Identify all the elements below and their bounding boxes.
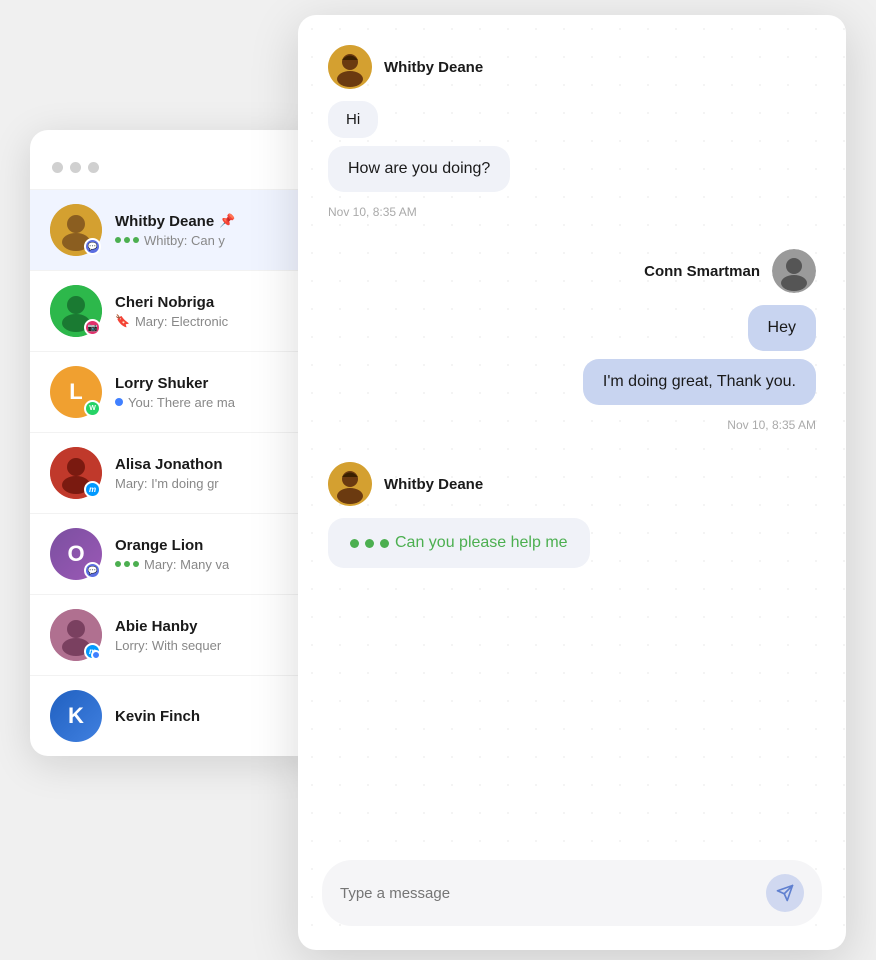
contact-meta-orange: Mary: Many va — [115, 557, 295, 572]
contact-meta-abie: Lorry: With sequer — [115, 638, 295, 653]
input-bar — [322, 860, 822, 926]
send-button[interactable] — [766, 874, 804, 912]
contact-meta-lorry: You: There are ma — [115, 395, 295, 410]
contact-info-orange: Orange Lion Mary: Many va — [115, 537, 295, 572]
panel-header — [30, 130, 315, 189]
contact-info-cheri: Cheri Nobriga 🔖 Mary: Electronic — [115, 294, 295, 329]
dot-1 — [52, 162, 63, 173]
message-group-3: Whitby Deane Can you please help me — [328, 462, 816, 576]
msg-avatar-whitby-2 — [328, 462, 372, 506]
contact-meta-alisa: Mary: I'm doing gr — [115, 476, 295, 491]
bubble-how-are-you: How are you doing? — [328, 146, 510, 192]
contact-item-abie[interactable]: m Abie Hanby Lorry: With sequer — [30, 594, 315, 675]
contact-meta-cheri: 🔖 Mary: Electronic — [115, 314, 295, 329]
send-icon — [776, 884, 794, 902]
msg-sender-name-3: Whitby Deane — [384, 476, 483, 493]
contact-item-alisa[interactable]: m Alisa Jonathon Mary: I'm doing gr — [30, 432, 315, 513]
sender-row-2: Conn Smartman — [644, 249, 816, 293]
avatar-wrap-abie: m — [50, 609, 102, 661]
notification-dot-lorry — [115, 398, 123, 406]
badge-cheri: 📷 — [84, 319, 101, 336]
contact-item-cheri[interactable]: 📷 Cheri Nobriga 🔖 Mary: Electronic — [30, 270, 315, 351]
typing-dots-orange — [115, 561, 139, 567]
avatar-kevin: K — [50, 690, 102, 742]
msg-avatar-conn — [772, 249, 816, 293]
dot-3 — [88, 162, 99, 173]
contact-preview-orange: Mary: Many va — [144, 557, 229, 572]
chat-input-area — [298, 844, 846, 950]
typing-dot-3 — [380, 539, 389, 548]
contact-name-kevin: Kevin Finch — [115, 708, 295, 725]
typing-bubble: Can you please help me — [328, 518, 590, 568]
contact-item-kevin[interactable]: K Kevin Finch — [30, 675, 315, 756]
contact-info-kevin: Kevin Finch — [115, 708, 295, 725]
typing-dots-whitby — [115, 237, 139, 243]
contact-name-cheri: Cheri Nobriga — [115, 294, 295, 311]
avatar-wrap-lorry: L W — [50, 366, 102, 418]
timestamp-1: Nov 10, 8:35 AM — [328, 205, 816, 219]
typing-dot-1 — [350, 539, 359, 548]
contact-list-panel: 💬 Whitby Deane 📌 Whitby: Can y — [30, 130, 315, 756]
contact-name-lorry: Lorry Shuker — [115, 375, 295, 392]
contact-info-abie: Abie Hanby Lorry: With sequer — [115, 618, 295, 653]
chat-content: Whitby Deane Hi How are you doing? Nov 1… — [298, 15, 846, 844]
typing-dot-2 — [365, 539, 374, 548]
avatar-wrap-orange: O 💬 — [50, 528, 102, 580]
avatar-wrap-kevin: K — [50, 690, 102, 742]
bubble-doing-great: I'm doing great, Thank you. — [583, 359, 816, 405]
contact-meta-whitby: Whitby: Can y — [115, 233, 295, 248]
bubble-hi: Hi — [328, 101, 378, 138]
contact-name-alisa: Alisa Jonathon — [115, 456, 295, 473]
badge-alisa: m — [84, 481, 101, 498]
contact-info-alisa: Alisa Jonathon Mary: I'm doing gr — [115, 456, 295, 491]
avatar-wrap-alisa: m — [50, 447, 102, 499]
contact-info-lorry: Lorry Shuker You: There are ma — [115, 375, 295, 410]
contact-preview-abie: Lorry: With sequer — [115, 638, 221, 653]
sender-row-3: Whitby Deane — [328, 462, 816, 506]
typing-message-text: Can you please help me — [395, 534, 568, 552]
contact-item-whitby[interactable]: 💬 Whitby Deane 📌 Whitby: Can y — [30, 189, 315, 270]
contact-preview-alisa: Mary: I'm doing gr — [115, 476, 219, 491]
notification-dot-abie — [91, 650, 101, 660]
bubble-hey: Hey — [748, 305, 816, 351]
pin-icon: 📌 — [219, 213, 235, 229]
contact-name-abie: Abie Hanby — [115, 618, 295, 635]
contact-item-orange[interactable]: O 💬 Orange Lion Mary: Many va — [30, 513, 315, 594]
sender-row-1: Whitby Deane — [328, 45, 816, 89]
chat-panel: Whitby Deane Hi How are you doing? Nov 1… — [298, 15, 846, 950]
msg-avatar-whitby — [328, 45, 372, 89]
message-group-2: Conn Smartman Hey I'm doing great, Thank… — [328, 249, 816, 432]
badge-orange: 💬 — [84, 562, 101, 579]
contact-preview-lorry: You: There are ma — [128, 395, 235, 410]
bookmark-icon-cheri: 🔖 — [115, 314, 130, 328]
msg-sender-name-2: Conn Smartman — [644, 263, 760, 280]
dot-2 — [70, 162, 81, 173]
contact-name-whitby: Whitby Deane 📌 — [115, 213, 295, 230]
message-group-1: Whitby Deane Hi How are you doing? Nov 1… — [328, 45, 816, 219]
contact-preview-cheri: Mary: Electronic — [135, 314, 228, 329]
badge-lorry: W — [84, 400, 101, 417]
avatar-wrap-whitby: 💬 — [50, 204, 102, 256]
avatar-wrap-cheri: 📷 — [50, 285, 102, 337]
msg-sender-name-1: Whitby Deane — [384, 59, 483, 76]
contact-item-lorry[interactable]: L W Lorry Shuker You: There are ma — [30, 351, 315, 432]
message-input[interactable] — [340, 885, 756, 902]
window-controls — [52, 152, 99, 179]
timestamp-2: Nov 10, 8:35 AM — [727, 418, 816, 432]
contact-name-orange: Orange Lion — [115, 537, 295, 554]
contact-info-whitby: Whitby Deane 📌 Whitby: Can y — [115, 213, 295, 248]
contact-preview-whitby: Whitby: Can y — [144, 233, 225, 248]
badge-whitby: 💬 — [84, 238, 101, 255]
